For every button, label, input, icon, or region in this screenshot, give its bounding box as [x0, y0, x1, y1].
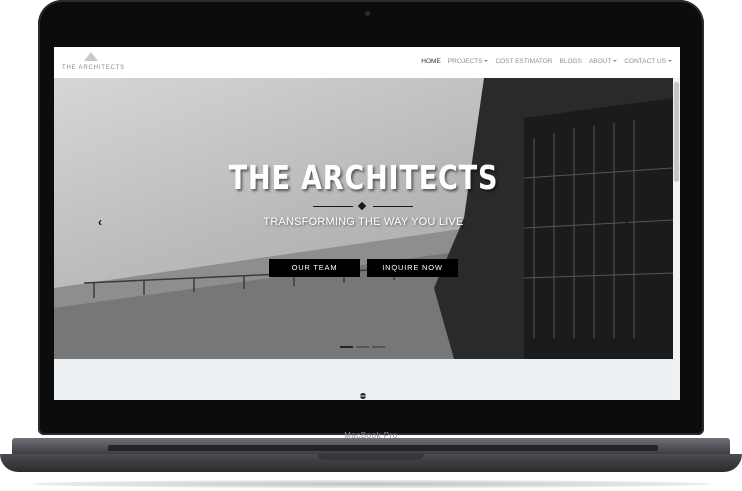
- nav-cost-estimator-label: COST ESTIMATOR: [495, 58, 553, 65]
- logo-text: THE ARCHITECTS: [62, 65, 125, 71]
- scroll-down-icon[interactable]: [359, 392, 367, 400]
- nav-about[interactable]: ABOUT: [588, 58, 618, 65]
- divider-line-right: [373, 206, 413, 207]
- laptop-base: [0, 438, 742, 480]
- hero-carousel: ‹ › THE ARCHITECTS TRANSFORMING THE WAY …: [54, 78, 673, 359]
- nav-about-label: ABOUT: [588, 58, 612, 65]
- nav-contact-us-label: CONTACT US: [624, 58, 666, 65]
- carousel-indicator[interactable]: [356, 346, 369, 348]
- carousel-indicator[interactable]: [340, 346, 353, 348]
- inquire-now-button[interactable]: INQUIRE NOW: [367, 259, 458, 277]
- caret-down-icon: [484, 60, 489, 63]
- laptop-shadow: [30, 480, 712, 488]
- logo-roof-icon: [84, 52, 98, 61]
- caret-down-icon: [613, 60, 618, 63]
- carousel-indicators: [340, 346, 385, 348]
- divider-diamond-icon: [357, 201, 367, 211]
- camera-dot: [365, 11, 370, 16]
- hero-tagline: TRANSFORMING THE WAY YOU LIVE: [263, 216, 464, 228]
- nav-home[interactable]: HOME: [421, 58, 441, 65]
- site-navbar: THE ARCHITECTS HOME PROJECTS COST ESTIMA…: [54, 47, 680, 78]
- page-scrollbar[interactable]: [673, 78, 680, 400]
- nav-contact-us[interactable]: CONTACT US: [624, 58, 672, 65]
- our-team-button[interactable]: OUR TEAM: [269, 259, 360, 277]
- divider-line-left: [313, 206, 353, 207]
- nav-blogs[interactable]: BLOGS: [560, 58, 582, 65]
- scrollbar-thumb[interactable]: [674, 82, 679, 182]
- hero-title: THE ARCHITECTS: [228, 158, 499, 197]
- laptop-opening-notch: [318, 454, 424, 460]
- caret-down-icon: [668, 60, 672, 63]
- main-nav: HOME PROJECTS COST ESTIMATOR BLOGS ABOUT…: [421, 58, 672, 65]
- nav-home-label: HOME: [421, 58, 441, 65]
- laptop-deck: [12, 438, 730, 454]
- carousel-indicator[interactable]: [372, 346, 385, 348]
- title-divider: [313, 201, 413, 211]
- site-logo[interactable]: THE ARCHITECTS: [62, 52, 124, 74]
- keyboard-strip: [108, 445, 658, 451]
- nav-cost-estimator[interactable]: COST ESTIMATOR: [495, 58, 552, 65]
- nav-projects[interactable]: PROJECTS: [448, 58, 489, 65]
- nav-blogs-label: BLOGS: [559, 58, 582, 65]
- nav-projects-label: PROJECTS: [447, 58, 483, 65]
- browser-viewport: THE ARCHITECTS HOME PROJECTS COST ESTIMA…: [54, 47, 680, 400]
- below-fold-section: [54, 359, 673, 400]
